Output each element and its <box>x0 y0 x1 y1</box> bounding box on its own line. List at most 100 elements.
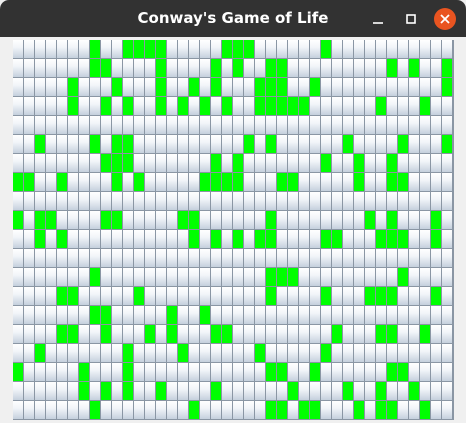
grid-cell[interactable] <box>409 230 420 249</box>
grid-cell[interactable] <box>101 306 112 325</box>
grid-cell[interactable] <box>178 97 189 116</box>
grid-cell[interactable] <box>13 268 24 287</box>
grid-cell[interactable] <box>90 97 101 116</box>
grid-cell[interactable] <box>343 249 354 268</box>
grid-cell[interactable] <box>57 135 68 154</box>
grid-cell[interactable] <box>90 40 101 59</box>
grid-cell[interactable] <box>101 401 112 420</box>
grid-cell[interactable] <box>101 363 112 382</box>
grid-cell[interactable] <box>101 78 112 97</box>
grid-cell[interactable] <box>365 306 376 325</box>
grid-cell[interactable] <box>233 173 244 192</box>
grid-cell[interactable] <box>431 78 442 97</box>
grid-cell[interactable] <box>90 230 101 249</box>
grid-cell[interactable] <box>255 192 266 211</box>
grid-cell[interactable] <box>420 363 431 382</box>
grid-cell[interactable] <box>365 249 376 268</box>
grid-cell[interactable] <box>178 173 189 192</box>
grid-cell[interactable] <box>211 135 222 154</box>
grid-cell[interactable] <box>233 78 244 97</box>
grid-cell[interactable] <box>365 40 376 59</box>
grid-cell[interactable] <box>387 382 398 401</box>
grid-cell[interactable] <box>79 192 90 211</box>
grid-cell[interactable] <box>431 116 442 135</box>
grid-cell[interactable] <box>178 59 189 78</box>
grid-cell[interactable] <box>233 154 244 173</box>
grid-cell[interactable] <box>123 116 134 135</box>
grid-cell[interactable] <box>332 306 343 325</box>
grid-cell[interactable] <box>288 344 299 363</box>
grid-cell[interactable] <box>442 59 453 78</box>
grid-cell[interactable] <box>332 401 343 420</box>
grid-cell[interactable] <box>13 249 24 268</box>
grid-cell[interactable] <box>365 287 376 306</box>
grid-cell[interactable] <box>288 173 299 192</box>
grid-cell[interactable] <box>354 268 365 287</box>
grid-cell[interactable] <box>299 401 310 420</box>
grid-cell[interactable] <box>101 173 112 192</box>
grid-cell[interactable] <box>189 325 200 344</box>
grid-cell[interactable] <box>442 230 453 249</box>
grid-cell[interactable] <box>200 401 211 420</box>
grid-cell[interactable] <box>288 363 299 382</box>
grid-cell[interactable] <box>288 325 299 344</box>
grid-cell[interactable] <box>178 116 189 135</box>
grid-cell[interactable] <box>112 268 123 287</box>
grid-cell[interactable] <box>211 59 222 78</box>
grid-cell[interactable] <box>310 382 321 401</box>
grid-cell[interactable] <box>46 249 57 268</box>
grid-cell[interactable] <box>387 135 398 154</box>
grid-cell[interactable] <box>24 287 35 306</box>
grid-cell[interactable] <box>79 59 90 78</box>
grid-cell[interactable] <box>376 401 387 420</box>
grid-cell[interactable] <box>211 306 222 325</box>
grid-cell[interactable] <box>90 154 101 173</box>
grid-cell[interactable] <box>442 325 453 344</box>
grid-cell[interactable] <box>420 306 431 325</box>
grid-cell[interactable] <box>134 230 145 249</box>
grid-cell[interactable] <box>376 249 387 268</box>
grid-cell[interactable] <box>343 211 354 230</box>
grid-cell[interactable] <box>420 211 431 230</box>
grid-cell[interactable] <box>222 135 233 154</box>
grid-cell[interactable] <box>68 173 79 192</box>
grid-cell[interactable] <box>310 97 321 116</box>
grid-cell[interactable] <box>266 135 277 154</box>
grid-cell[interactable] <box>365 401 376 420</box>
grid-cell[interactable] <box>387 325 398 344</box>
grid-cell[interactable] <box>376 116 387 135</box>
grid-cell[interactable] <box>266 325 277 344</box>
grid-cell[interactable] <box>387 116 398 135</box>
grid-cell[interactable] <box>57 325 68 344</box>
grid-cell[interactable] <box>299 230 310 249</box>
grid-cell[interactable] <box>431 401 442 420</box>
grid-cell[interactable] <box>387 154 398 173</box>
grid-cell[interactable] <box>354 382 365 401</box>
grid-cell[interactable] <box>222 116 233 135</box>
grid-cell[interactable] <box>90 135 101 154</box>
grid-cell[interactable] <box>310 59 321 78</box>
grid-cell[interactable] <box>189 363 200 382</box>
grid-cell[interactable] <box>310 135 321 154</box>
grid-cell[interactable] <box>409 268 420 287</box>
grid-cell[interactable] <box>442 344 453 363</box>
grid-cell[interactable] <box>442 78 453 97</box>
grid-cell[interactable] <box>365 344 376 363</box>
grid-cell[interactable] <box>420 287 431 306</box>
grid-cell[interactable] <box>189 287 200 306</box>
grid-cell[interactable] <box>288 192 299 211</box>
grid-cell[interactable] <box>376 78 387 97</box>
grid-cell[interactable] <box>398 40 409 59</box>
grid-cell[interactable] <box>244 268 255 287</box>
grid-cell[interactable] <box>167 306 178 325</box>
grid-cell[interactable] <box>101 154 112 173</box>
grid-cell[interactable] <box>57 382 68 401</box>
grid-cell[interactable] <box>167 325 178 344</box>
grid-cell[interactable] <box>134 382 145 401</box>
grid-cell[interactable] <box>167 192 178 211</box>
grid-cell[interactable] <box>13 154 24 173</box>
grid-cell[interactable] <box>277 287 288 306</box>
grid-cell[interactable] <box>35 287 46 306</box>
grid-cell[interactable] <box>222 192 233 211</box>
grid-cell[interactable] <box>200 116 211 135</box>
